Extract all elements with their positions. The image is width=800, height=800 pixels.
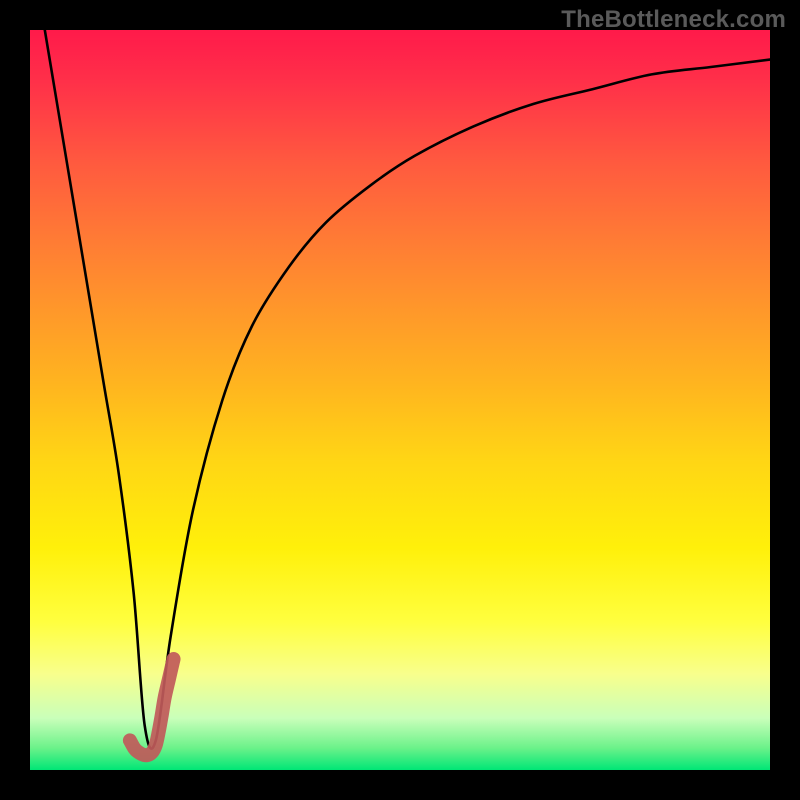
chart-frame: TheBottleneck.com bbox=[0, 0, 800, 800]
series-bottleneck-curve bbox=[45, 30, 770, 749]
series-group bbox=[45, 30, 770, 755]
series-optimal-marker bbox=[130, 659, 174, 755]
plot-area bbox=[30, 30, 770, 770]
chart-svg bbox=[30, 30, 770, 770]
